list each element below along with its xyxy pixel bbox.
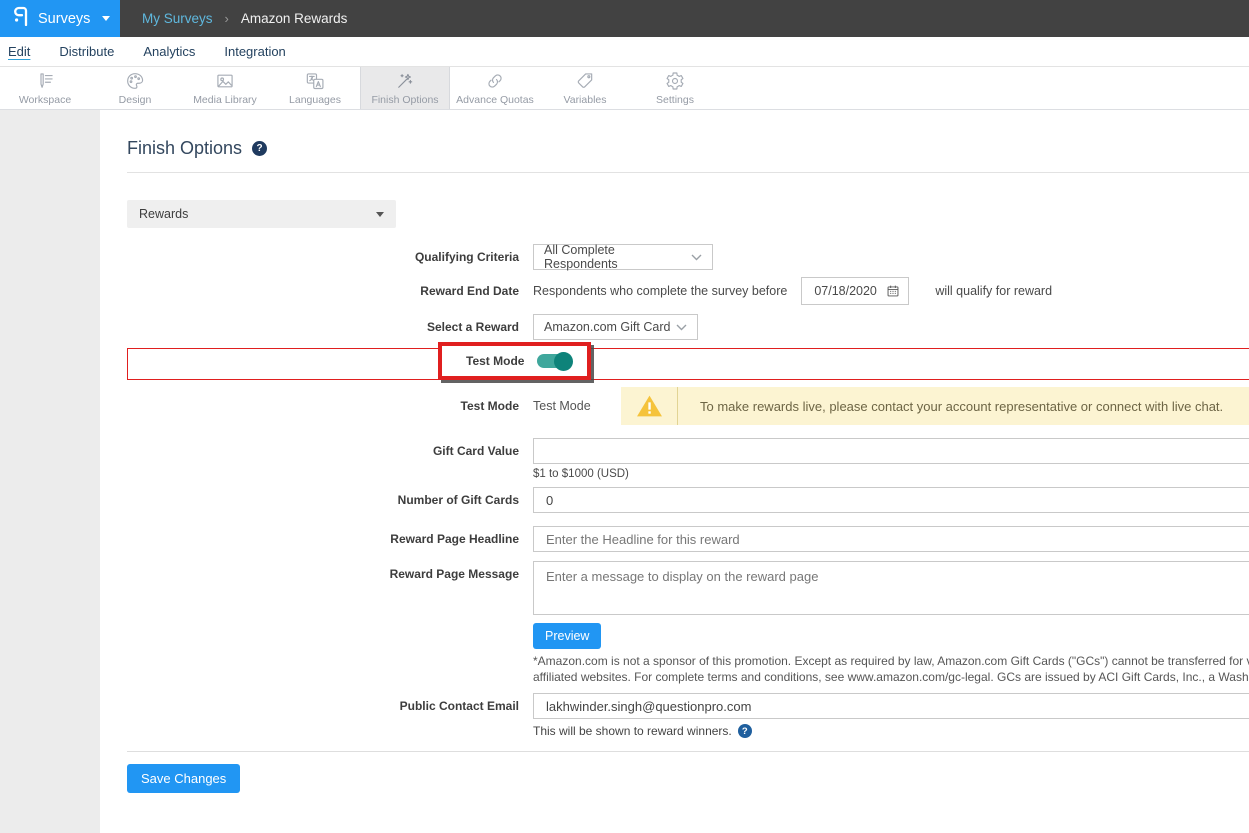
breadcrumb-my-surveys[interactable]: My Surveys [142, 11, 213, 26]
calendar-icon [886, 284, 900, 298]
select-a-reward-label: Select a Reward [127, 320, 519, 334]
toolbar-item-finish-options[interactable]: Finish Options [360, 67, 450, 109]
annotation-highlight-box: Test Mode [438, 342, 591, 380]
reward-page-headline-input[interactable] [533, 526, 1249, 552]
qualifying-criteria-label: Qualifying Criteria [127, 250, 519, 264]
toolbar-item-design[interactable]: Design [90, 67, 180, 109]
toolbar-item-languages[interactable]: Languages [270, 67, 360, 109]
questionpro-logo-icon [13, 6, 29, 31]
qualifying-criteria-value: All Complete Respondents [544, 243, 691, 271]
public-contact-email-input[interactable] [533, 693, 1249, 719]
settings-gear-icon [665, 71, 685, 91]
toolbar-item-advance-quotas[interactable]: Advance Quotas [450, 67, 540, 109]
page-title: Finish Options [127, 138, 242, 159]
select-a-reward-value: Amazon.com Gift Card [544, 320, 670, 334]
test-mode-toggle[interactable] [537, 354, 571, 368]
toolbar-item-label: Languages [289, 94, 341, 106]
tab-analytics[interactable]: Analytics [143, 44, 195, 59]
edit-toolbar: Workspace Design Media Library Languages [0, 67, 1249, 110]
chevron-down-icon [676, 324, 687, 331]
tab-integration[interactable]: Integration [224, 44, 285, 59]
bottom-divider [127, 751, 1249, 752]
tab-edit[interactable]: Edit [8, 44, 30, 59]
reward-page-message-row: Reward Page Message [127, 561, 1249, 615]
toolbar-item-label: Workspace [19, 94, 71, 106]
gift-card-value-row: Gift Card Value $1 to $1000 (USD) [127, 438, 1249, 480]
advance-quotas-links-icon [485, 71, 505, 91]
reward-end-date-row: Reward End Date Respondents who complete… [127, 277, 1249, 305]
public-contact-email-helper: This will be shown to reward winners. [533, 724, 732, 738]
finish-option-type-dropdown[interactable]: Rewards [127, 200, 396, 228]
reward-end-date-value: 07/18/2020 [814, 284, 877, 298]
amazon-disclaimer-line-1: *Amazon.com is not a sponsor of this pro… [533, 654, 1249, 670]
public-contact-email-label: Public Contact Email [127, 693, 519, 719]
chevron-down-icon [376, 212, 384, 217]
save-changes-button[interactable]: Save Changes [127, 764, 240, 793]
breadcrumb-current-survey: Amazon Rewards [241, 11, 348, 26]
toolbar-item-workspace[interactable]: Workspace [0, 67, 90, 109]
finish-options-panel: Finish Options ? Rewards Qualifying Crit… [100, 110, 1249, 833]
warning-message: To make rewards live, please contact you… [678, 387, 1223, 425]
amazon-disclaimer-line-2: affiliated websites. For complete terms … [533, 670, 1249, 686]
number-of-gift-cards-row: Number of Gift Cards [127, 487, 1249, 513]
finish-option-type-value: Rewards [139, 207, 188, 221]
reward-page-headline-row: Reward Page Headline [127, 526, 1249, 552]
toolbar-item-label: Settings [656, 94, 694, 106]
number-of-gift-cards-input[interactable] [533, 487, 1249, 513]
toolbar-item-label: Design [119, 94, 152, 106]
toggle-knob [554, 352, 573, 371]
toolbar-item-label: Finish Options [371, 94, 438, 106]
gift-card-value-label: Gift Card Value [127, 438, 519, 464]
breadcrumb: My Surveys › Amazon Rewards [142, 0, 347, 37]
breadcrumb-separator: › [225, 11, 229, 26]
media-library-icon [215, 71, 235, 91]
amazon-disclaimer: *Amazon.com is not a sponsor of this pro… [533, 654, 1249, 685]
workspace-icon [35, 71, 55, 91]
title-divider [127, 172, 1249, 173]
toolbar-item-settings[interactable]: Settings [630, 67, 720, 109]
top-header-bar: Surveys My Surveys › Amazon Rewards [0, 0, 1249, 37]
test-mode-status-value: Test Mode [533, 399, 621, 413]
public-contact-email-row: Public Contact Email This will be shown … [127, 693, 1249, 738]
gift-card-value-input[interactable] [533, 438, 1249, 464]
preview-button[interactable]: Preview [533, 623, 601, 649]
toolbar-item-variables[interactable]: Variables [540, 67, 630, 109]
number-of-gift-cards-label: Number of Gift Cards [127, 493, 519, 507]
select-a-reward-row: Select a Reward Amazon.com Gift Card [127, 314, 1249, 340]
reward-page-headline-label: Reward Page Headline [127, 532, 519, 546]
finish-options-wand-icon [395, 71, 415, 91]
reward-page-message-label: Reward Page Message [127, 561, 519, 587]
toolbar-item-label: Media Library [193, 94, 257, 106]
design-palette-icon [125, 71, 145, 91]
test-mode-status-row: Test Mode Test Mode To make rewards live… [127, 387, 1249, 425]
rewards-form: Qualifying Criteria All Complete Respond… [127, 244, 1249, 793]
toolbar-item-label: Advance Quotas [456, 94, 534, 106]
select-a-reward-select[interactable]: Amazon.com Gift Card [533, 314, 698, 340]
test-mode-status-label: Test Mode [127, 399, 519, 413]
product-menu[interactable]: Surveys [0, 0, 120, 37]
reward-end-date-suffix: will qualify for reward [935, 284, 1052, 298]
warning-triangle-icon [621, 387, 677, 425]
email-help-icon[interactable]: ? [738, 724, 752, 738]
chevron-down-icon [102, 16, 110, 21]
annotation-highlight-strip: Test Mode [127, 348, 1249, 380]
tab-distribute[interactable]: Distribute [59, 44, 114, 59]
page-help-icon[interactable]: ? [252, 141, 267, 156]
product-menu-label: Surveys [38, 11, 90, 27]
chevron-down-icon [691, 254, 702, 261]
test-mode-toggle-label: Test Mode [466, 354, 524, 368]
toolbar-item-label: Variables [564, 94, 607, 106]
main-nav-tabs: Edit Distribute Analytics Integration [0, 37, 1249, 67]
toolbar-item-media-library[interactable]: Media Library [180, 67, 270, 109]
reward-page-message-textarea[interactable] [533, 561, 1249, 615]
reward-end-date-prefix: Respondents who complete the survey befo… [533, 284, 787, 298]
qualifying-criteria-select[interactable]: All Complete Respondents [533, 244, 713, 270]
reward-end-date-label: Reward End Date [127, 284, 519, 298]
test-mode-warning-banner: To make rewards live, please contact you… [621, 387, 1249, 425]
variables-tag-icon [575, 71, 595, 91]
qualifying-criteria-row: Qualifying Criteria All Complete Respond… [127, 244, 1249, 270]
languages-icon [305, 71, 325, 91]
gift-card-value-helper: $1 to $1000 (USD) [533, 468, 1249, 480]
reward-end-date-input[interactable]: 07/18/2020 [801, 277, 909, 305]
